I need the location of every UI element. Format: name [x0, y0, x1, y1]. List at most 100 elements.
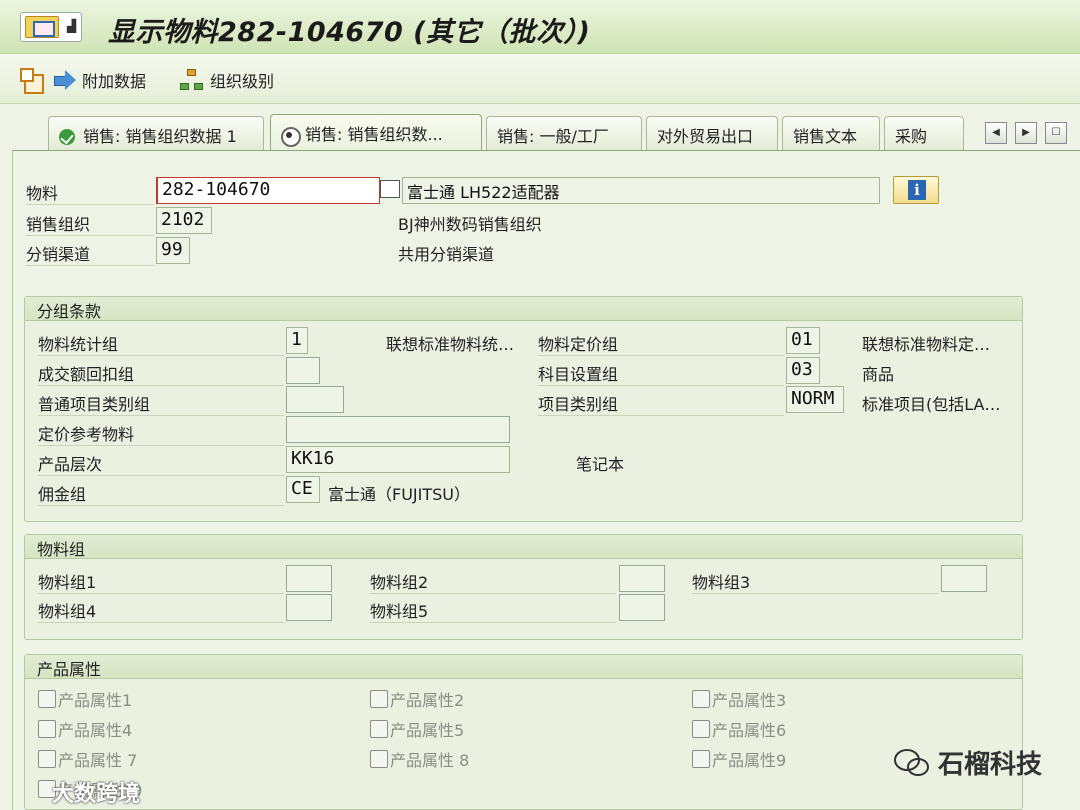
new-doc-button[interactable]: [20, 67, 44, 94]
tab-label: 销售: 销售组织数据 1: [83, 127, 237, 146]
material-group-2-label: 物料组2: [370, 569, 616, 594]
app-toolbar: 附加数据 组织级别: [0, 54, 1080, 104]
mat-stat-group-field[interactable]: 1: [286, 327, 308, 354]
checkbox-label: 产品属性1: [58, 691, 133, 710]
org-levels-label: 组织级别: [210, 72, 275, 91]
item-cat-group-field[interactable]: NORM: [786, 386, 844, 413]
tab-strip: 销售: 销售组织数据 1 销售: 销售组织数... 销售: 一般/工厂 对外贸易…: [0, 104, 1080, 152]
product-attr-7-checkbox[interactable]: 产品属性 7: [38, 747, 137, 771]
tab-purchasing[interactable]: 采购: [884, 116, 964, 150]
sales-org-description: BJ神州数码销售组织: [398, 215, 542, 234]
title-bar: ▟ 显示物料282-104670 (其它（批次）): [0, 0, 1080, 54]
product-attr-4-checkbox[interactable]: 产品属性4: [38, 717, 132, 741]
window-title: 显示物料282-104670 (其它（批次）): [108, 17, 591, 48]
material-group-4-label: 物料组4: [38, 598, 284, 623]
system-menu-button[interactable]: ▟: [20, 12, 82, 42]
material-group-1-label: 物料组1: [38, 569, 284, 594]
pricing-ref-label: 定价参考物料: [38, 421, 284, 446]
commission-group-label: 佣金组: [38, 481, 284, 506]
checkbox-icon: [692, 720, 710, 738]
sales-org-field[interactable]: 2102: [156, 207, 212, 234]
material-group-5-label: 物料组5: [370, 598, 616, 623]
material-group-1-field[interactable]: [286, 565, 332, 592]
product-attr-2-checkbox[interactable]: 产品属性2: [370, 687, 464, 711]
checkbox-icon: [370, 720, 388, 738]
info-icon[interactable]: [893, 176, 939, 204]
check-icon: [59, 127, 79, 145]
tab-list-button[interactable]: ☐: [1045, 122, 1067, 144]
checkbox-icon: [38, 750, 56, 768]
watermark-right: 石榴科技: [894, 744, 1042, 781]
tab-scroll-right-button[interactable]: ▶: [1015, 122, 1037, 144]
checkbox-label: 产品属性9: [712, 751, 787, 770]
tab-scroll-left-button[interactable]: ◀: [985, 122, 1007, 144]
product-attributes-group: 产品属性: [24, 654, 1023, 810]
product-attr-8-checkbox[interactable]: 产品属性 8: [370, 747, 469, 771]
checkbox-label: 产品属性5: [390, 721, 465, 740]
document-icon: [20, 68, 44, 94]
pricing-ref-field[interactable]: [286, 416, 510, 443]
material-group-3-field[interactable]: [941, 565, 987, 592]
checkbox-icon: [38, 720, 56, 738]
checkbox-label: 产品属性 7: [58, 751, 138, 770]
prod-hier-description: 笔记本: [576, 455, 625, 474]
sap-logo-icon: [25, 16, 59, 38]
checkbox-label: 产品属性 8: [390, 751, 470, 770]
checkbox-icon: [692, 750, 710, 768]
additional-data-label: 附加数据: [82, 72, 147, 91]
product-attr-3-checkbox[interactable]: 产品属性3: [692, 687, 786, 711]
commission-group-field[interactable]: CE: [286, 476, 320, 503]
checkbox-label: 产品属性2: [390, 691, 465, 710]
tab-label: 销售: 一般/工厂: [497, 127, 609, 146]
checkbox-icon: [370, 690, 388, 708]
gen-item-cat-label: 普通项目类别组: [38, 391, 284, 416]
group-title: 分组条款: [25, 297, 1022, 321]
material-group-4-field[interactable]: [286, 594, 332, 621]
wechat-icon: [894, 748, 929, 776]
mat-price-group-field[interactable]: 01: [786, 327, 820, 354]
group-title: 物料组: [25, 535, 1022, 559]
acct-assign-group-field[interactable]: 03: [786, 357, 820, 384]
additional-data-button[interactable]: 附加数据: [54, 67, 146, 93]
gen-item-cat-field[interactable]: [286, 386, 344, 413]
material-field[interactable]: 282-104670: [156, 177, 380, 204]
product-attr-5-checkbox[interactable]: 产品属性5: [370, 717, 464, 741]
mat-stat-group-description: 联想标准物料统…: [386, 335, 515, 354]
tab-foreign-trade-export[interactable]: 对外贸易出口: [646, 116, 778, 150]
tab-sales-org-data-2[interactable]: 销售: 销售组织数...: [270, 114, 482, 152]
tab-label: 销售文本: [793, 127, 858, 146]
checkbox-label: 产品属性4: [58, 721, 133, 740]
prod-hier-field[interactable]: KK16: [286, 446, 510, 473]
tab-sales-general-plant[interactable]: 销售: 一般/工厂: [486, 116, 642, 150]
group-title: 产品属性: [25, 655, 1022, 679]
material-description-field: 富士通 LH522适配器: [402, 177, 880, 204]
tab-label: 销售: 销售组织数...: [305, 125, 443, 144]
copy-icon[interactable]: [380, 180, 400, 198]
checkbox-icon: [38, 690, 56, 708]
acct-assign-group-description: 商品: [862, 365, 895, 384]
product-attr-9-checkbox[interactable]: 产品属性9: [692, 747, 786, 771]
mat-stat-group-label: 物料统计组: [38, 331, 284, 356]
checkbox-icon: [370, 750, 388, 768]
checkbox-icon: [692, 690, 710, 708]
product-attr-6-checkbox[interactable]: 产品属性6: [692, 717, 786, 741]
checkbox-label: 产品属性6: [712, 721, 787, 740]
material-group-5-field[interactable]: [619, 594, 665, 621]
dist-channel-label: 分销渠道: [26, 241, 154, 266]
dist-channel-description: 共用分销渠道: [398, 245, 495, 264]
radio-selected-icon: [281, 125, 301, 147]
watermark-left: 大数跨境: [52, 782, 141, 807]
checkbox-label: 产品属性3: [712, 691, 787, 710]
material-group-2-field[interactable]: [619, 565, 665, 592]
commission-group-description: 富士通（FUJITSU）: [328, 485, 470, 504]
dist-channel-field[interactable]: 99: [156, 237, 190, 264]
rebate-group-field[interactable]: [286, 357, 320, 384]
org-levels-button[interactable]: 组织级别: [180, 67, 274, 93]
product-attr-1-checkbox[interactable]: 产品属性1: [38, 687, 132, 711]
sales-org-label: 销售组织: [26, 211, 154, 236]
mat-price-group-description: 联想标准物料定…: [862, 335, 991, 354]
material-label: 物料: [26, 180, 154, 205]
tab-sales-org-data-1[interactable]: 销售: 销售组织数据 1: [48, 116, 264, 150]
tab-sales-text[interactable]: 销售文本: [782, 116, 880, 150]
chevron-down-icon: ▟: [67, 19, 77, 33]
